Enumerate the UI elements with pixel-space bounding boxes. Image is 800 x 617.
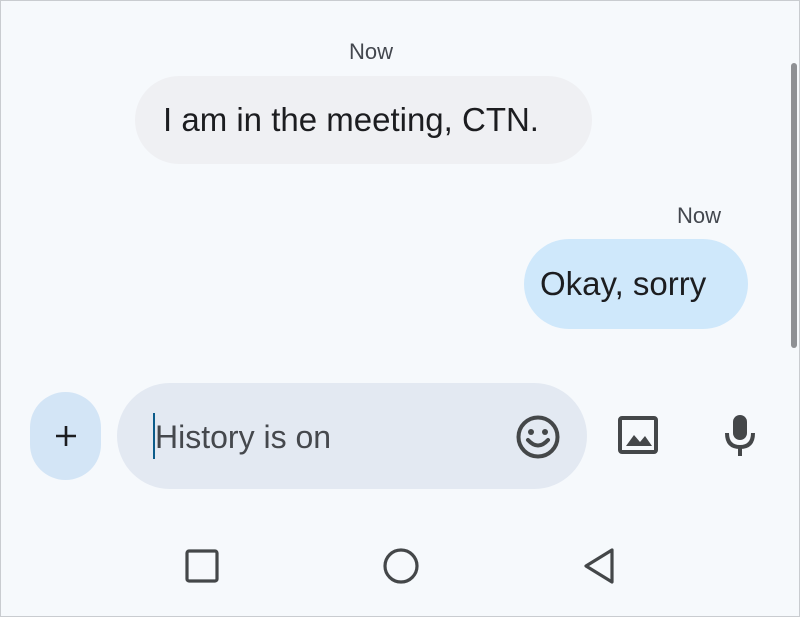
add-attachment-button[interactable] — [30, 392, 101, 480]
back-nav-button[interactable] — [574, 541, 624, 591]
incoming-message-text: I am in the meeting, CTN. — [163, 101, 539, 138]
circle-icon — [382, 547, 420, 585]
outgoing-message-bubble[interactable]: Okay, sorry — [524, 239, 748, 329]
outgoing-message-text: Okay, sorry — [540, 265, 707, 302]
home-nav-button[interactable] — [376, 541, 426, 591]
outgoing-timestamp: Now — [677, 203, 722, 228]
message-compose-field[interactable] — [117, 383, 587, 489]
image-icon — [617, 415, 659, 455]
emoji-button[interactable] — [513, 412, 563, 462]
plus-icon — [54, 424, 78, 448]
triangle-back-icon — [582, 547, 616, 585]
square-icon — [185, 549, 219, 583]
scrollbar[interactable] — [791, 63, 797, 348]
app-window: Now I am in the meeting, CTN. Now Okay, … — [0, 0, 800, 617]
voice-message-button[interactable] — [715, 408, 765, 462]
recents-nav-button[interactable] — [177, 541, 227, 591]
emoji-icon — [515, 414, 561, 460]
incoming-message-bubble[interactable]: I am in the meeting, CTN. — [135, 76, 592, 164]
mic-icon — [724, 412, 756, 458]
incoming-timestamp: Now — [349, 39, 394, 64]
message-input[interactable] — [153, 411, 497, 463]
gallery-button[interactable] — [613, 410, 663, 460]
